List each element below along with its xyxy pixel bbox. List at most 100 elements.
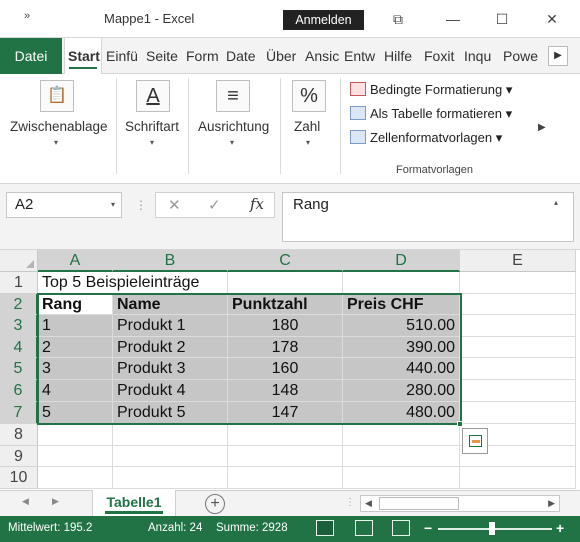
ribbon-display-options-icon[interactable]: ⧉ <box>383 6 413 32</box>
tab-foxit[interactable]: Foxit <box>424 38 460 74</box>
ribbon-scroll-right-icon[interactable]: ▶ <box>538 122 546 133</box>
cell-a2[interactable]: Rang <box>38 294 113 315</box>
cell-c9[interactable] <box>228 446 343 467</box>
enter-icon[interactable]: ✓ <box>208 196 221 214</box>
cell-c5[interactable]: 160 <box>228 358 343 380</box>
tab-split-handle-icon[interactable]: ⋮ <box>345 497 355 508</box>
formula-input[interactable]: Rang <box>282 192 574 242</box>
cell-d3[interactable]: 510.00 <box>343 315 460 337</box>
cell-d6[interactable]: 280.00 <box>343 380 460 402</box>
cell-b9[interactable] <box>113 446 228 467</box>
chevron-down-icon[interactable]: ▾ <box>111 193 115 217</box>
cell-e5[interactable] <box>460 358 576 380</box>
column-header-b[interactable]: B <box>113 250 228 272</box>
cell-d1[interactable] <box>343 272 460 294</box>
drag-handle-icon[interactable]: ⋮ <box>135 198 148 212</box>
cell-b4[interactable]: Produkt 2 <box>113 337 228 358</box>
zoom-slider[interactable] <box>438 528 552 530</box>
cell-e7[interactable] <box>460 402 576 424</box>
tabs-scroll-right-icon[interactable]: ▶ <box>548 46 568 66</box>
row-header-1[interactable]: 1 <box>0 272 38 294</box>
cell-d10[interactable] <box>343 467 460 489</box>
cell-c4[interactable]: 178 <box>228 337 343 358</box>
page-layout-view-icon[interactable] <box>355 520 373 536</box>
minimize-icon[interactable]: — <box>438 6 468 32</box>
cell-a4[interactable]: 2 <box>38 337 113 358</box>
cell-a7[interactable]: 5 <box>38 402 113 424</box>
cell-a6[interactable]: 4 <box>38 380 113 402</box>
close-icon[interactable]: ✕ <box>537 6 567 32</box>
cell-e6[interactable] <box>460 380 576 402</box>
row-header-10[interactable]: 10 <box>0 467 38 489</box>
name-box[interactable]: A2 ▾ <box>6 192 122 218</box>
scroll-right-icon[interactable]: ▶ <box>548 498 555 509</box>
cell-c1[interactable] <box>228 272 343 294</box>
tab-developer[interactable]: Entw <box>344 38 382 74</box>
tab-insert[interactable]: Einfü <box>106 38 142 74</box>
cell-e10[interactable] <box>460 467 576 489</box>
cell-b5[interactable]: Produkt 3 <box>113 358 228 380</box>
row-header-5[interactable]: 5 <box>0 358 38 380</box>
zoom-slider-thumb[interactable] <box>489 522 495 535</box>
tab-power[interactable]: Powe <box>503 38 539 74</box>
cell-a1[interactable]: Top 5 Beispieleinträge <box>38 272 199 294</box>
cell-b7[interactable]: Produkt 5 <box>113 402 228 424</box>
quick-analysis-button[interactable] <box>462 428 488 454</box>
cell-e1[interactable] <box>460 272 576 294</box>
cell-styles-button[interactable]: Zellenformatvorlagen ▾ <box>350 128 502 148</box>
cell-a10[interactable] <box>38 467 113 489</box>
cell-e2[interactable] <box>460 294 576 315</box>
tab-data[interactable]: Date <box>226 38 262 74</box>
tab-page-layout[interactable]: Seite <box>146 38 183 74</box>
tab-start[interactable]: Start <box>64 38 102 75</box>
cell-d4[interactable]: 390.00 <box>343 337 460 358</box>
cell-a8[interactable] <box>38 424 113 446</box>
row-header-9[interactable]: 9 <box>0 446 38 467</box>
cell-b3[interactable]: Produkt 1 <box>113 315 228 337</box>
cell-d2[interactable]: Preis CHF <box>343 294 460 315</box>
page-break-view-icon[interactable] <box>392 520 410 536</box>
cell-a3[interactable]: 1 <box>38 315 113 337</box>
cell-d9[interactable] <box>343 446 460 467</box>
cell-b2[interactable]: Name <box>113 294 228 315</box>
sheet-tab-tabelle1[interactable]: Tabelle1 <box>92 490 176 516</box>
zoom-out-icon[interactable]: − <box>424 520 432 536</box>
cell-a9[interactable] <box>38 446 113 467</box>
cell-a5[interactable]: 3 <box>38 358 113 380</box>
insert-function-icon[interactable]: fx <box>250 195 264 213</box>
scroll-left-icon[interactable]: ◀ <box>365 498 372 509</box>
cell-c7[interactable]: 147 <box>228 402 343 424</box>
tab-view[interactable]: Ansic <box>305 38 341 74</box>
signin-button[interactable]: Anmelden <box>283 10 364 30</box>
tab-formulas[interactable]: Form <box>186 38 222 74</box>
row-header-2[interactable]: 2 <box>0 294 38 315</box>
cell-d8[interactable] <box>343 424 460 446</box>
row-header-6[interactable]: 6 <box>0 380 38 402</box>
cell-e4[interactable] <box>460 337 576 358</box>
conditional-formatting-button[interactable]: Bedingte Formatierung ▾ <box>350 80 512 100</box>
fill-handle[interactable] <box>457 421 463 427</box>
column-header-c[interactable]: C <box>228 250 343 272</box>
collapse-formula-bar-icon[interactable]: ▴ <box>554 198 558 207</box>
prev-sheet-icon[interactable]: ◀ <box>22 496 29 507</box>
cell-d5[interactable]: 440.00 <box>343 358 460 380</box>
font-group[interactable]: A Schriftart ▾ <box>120 74 190 184</box>
next-sheet-icon[interactable]: ▶ <box>52 496 59 507</box>
number-group[interactable]: % Zahl ▾ <box>284 74 338 184</box>
column-header-a[interactable]: A <box>38 250 113 272</box>
row-header-8[interactable]: 8 <box>0 424 38 446</box>
tab-file[interactable]: Datei <box>0 38 62 74</box>
cell-c10[interactable] <box>228 467 343 489</box>
cell-c6[interactable]: 148 <box>228 380 343 402</box>
normal-view-icon[interactable] <box>316 520 334 536</box>
cell-b6[interactable]: Produkt 4 <box>113 380 228 402</box>
zoom-in-icon[interactable]: + <box>556 520 564 536</box>
horizontal-scrollbar[interactable]: ◀ ▶ <box>360 495 560 512</box>
row-header-7[interactable]: 7 <box>0 402 38 424</box>
cell-b1[interactable] <box>113 272 228 294</box>
cell-b8[interactable] <box>113 424 228 446</box>
cell-d7[interactable]: 480.00 <box>343 402 460 424</box>
column-header-e[interactable]: E <box>460 250 576 272</box>
scrollbar-thumb[interactable] <box>379 497 459 510</box>
row-header-3[interactable]: 3 <box>0 315 38 337</box>
